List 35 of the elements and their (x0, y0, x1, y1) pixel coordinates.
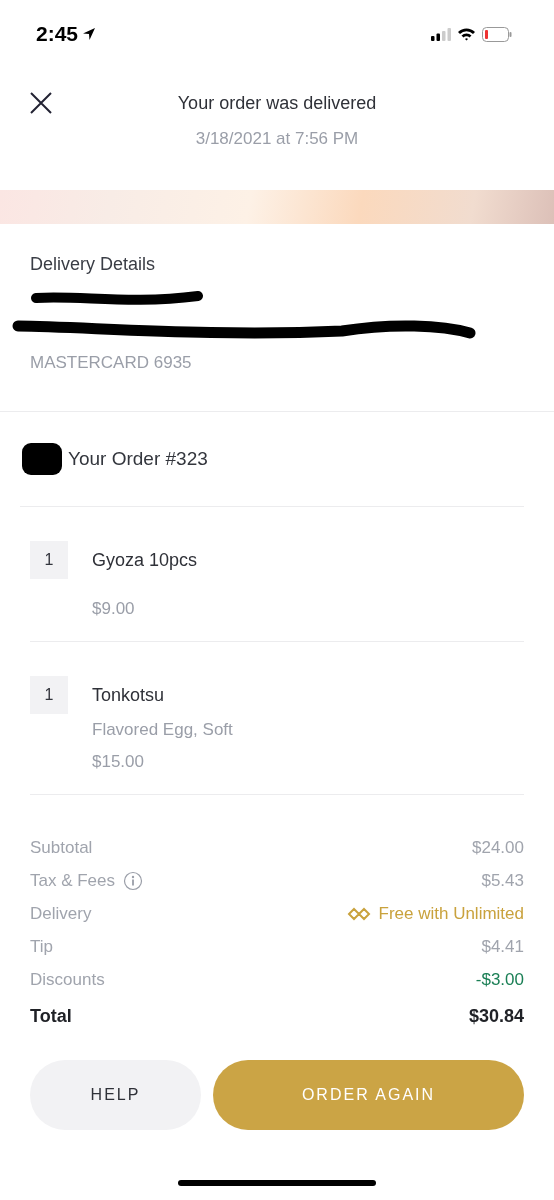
redaction-mark (20, 442, 64, 476)
summary-label: Tax & Fees (30, 870, 116, 891)
battery-icon (482, 26, 512, 42)
signal-icon (431, 27, 451, 41)
item-option: Flavored Egg, Soft (92, 720, 233, 740)
summary-value: $24.00 (472, 837, 524, 858)
help-button[interactable]: HELP (30, 1060, 201, 1130)
summary-value: $4.41 (481, 936, 524, 957)
diamonds-icon (346, 906, 371, 921)
item-price: $9.00 (92, 599, 136, 619)
summary-label: Tip (30, 936, 53, 957)
item-price: $15.00 (92, 752, 145, 772)
summary-label: Delivery (30, 903, 92, 924)
summary-value: $5.43 (481, 870, 524, 891)
delivery-date: 3/18/2021 at 7:56 PM (195, 129, 359, 149)
wifi-icon (457, 27, 476, 41)
close-button[interactable] (28, 90, 54, 116)
summary-label: Discounts (30, 969, 105, 990)
item-name: Tonkotsu (92, 684, 166, 707)
order-title: Your Order #323 (68, 448, 208, 470)
status-time: 2:45 (36, 22, 79, 46)
summary-label: Subtotal (30, 837, 93, 858)
section-heading: Delivery Details (30, 254, 157, 275)
summary-value: Free with Unlimited (378, 903, 524, 924)
summary-label: Total (30, 1005, 72, 1027)
summary-value: -$3.00 (475, 969, 524, 990)
location-arrow-icon (82, 27, 97, 41)
item-name: Gyoza 10pcs (92, 549, 198, 572)
payment-method: MASTERCARD 6935 (30, 353, 193, 373)
header-title: Your order was delivered (177, 92, 377, 115)
summary-value: $30.84 (468, 1005, 524, 1027)
info-icon[interactable] (123, 870, 144, 891)
quantity-badge: 1 (30, 541, 68, 579)
close-icon (29, 91, 53, 115)
quantity-badge: 1 (30, 676, 68, 714)
